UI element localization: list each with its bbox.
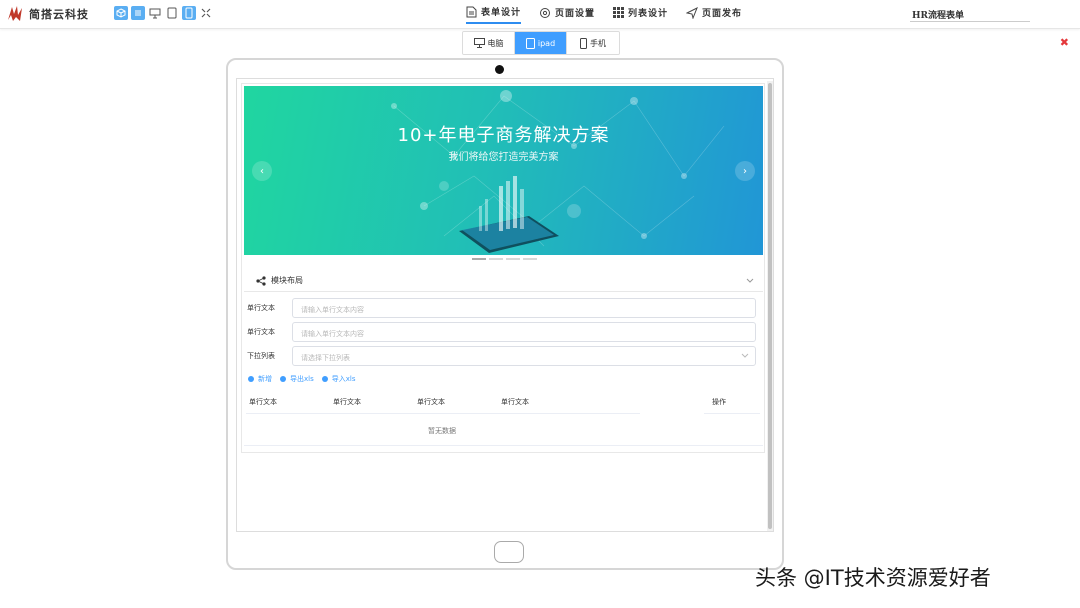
carousel-dot[interactable] — [472, 258, 486, 260]
logo-text: 简搭云科技 — [29, 8, 89, 21]
carousel-indicators — [472, 258, 537, 260]
add-button[interactable]: 新增 — [248, 374, 272, 384]
export-xls-button[interactable]: 导出xls — [280, 374, 314, 384]
camera-dot — [495, 65, 504, 74]
nav-form-design[interactable]: 表单设计 — [466, 4, 522, 24]
carousel-prev-button[interactable]: ‹ — [252, 161, 272, 181]
section-title: 模块布局 — [271, 276, 303, 285]
scrollbar-thumb[interactable] — [768, 83, 772, 529]
device-tabs: 电脑 ipad 手机 — [462, 31, 620, 55]
banner-subtitle: 我们将给您打造完美方案 — [448, 152, 559, 163]
nav-label: 表单设计 — [481, 8, 522, 18]
divider — [246, 413, 640, 414]
tab-ipad[interactable]: ipad — [515, 32, 567, 54]
toolbar-icons — [114, 6, 213, 20]
send-icon — [686, 6, 698, 19]
carousel-next-button[interactable]: › — [735, 161, 755, 181]
field-label: 单行文本 — [247, 304, 275, 312]
banner-title: 10+年电子商务解决方案 — [397, 125, 610, 146]
logo-icon — [8, 6, 22, 21]
field-label: 单行文本 — [247, 328, 275, 336]
mobile-icon[interactable] — [182, 6, 196, 20]
tablet-icon — [525, 37, 535, 49]
text-input[interactable]: 请输入单行文本内容 — [292, 298, 756, 318]
chevron-down-icon — [741, 353, 749, 358]
table-empty-text: 暂无数据 — [428, 427, 456, 435]
column-header: 单行文本 — [249, 398, 277, 406]
fullscreen-icon[interactable] — [199, 6, 213, 20]
mobile-icon — [580, 37, 587, 49]
scrollbar[interactable] — [767, 81, 773, 531]
action-label: 导出xls — [290, 375, 314, 383]
divider — [704, 413, 760, 414]
ipad-screen: 10+年电子商务解决方案 我们将给您打造完美方案 ‹ › 模块布局 单行文本 请… — [236, 78, 774, 532]
share-icon — [256, 275, 266, 286]
nav-label: 页面设置 — [555, 9, 596, 19]
list-icon[interactable] — [131, 6, 145, 20]
column-header: 单行文本 — [417, 398, 445, 406]
watermark: 头条 @IT技术资源爱好者 — [755, 566, 991, 590]
document-icon — [466, 6, 477, 17]
top-bar: 简搭云科技 表单设计 页面设置 列表设计 页面发布 HR流程表单 — [0, 0, 1080, 29]
table-header: 单行文本 单行文本 单行文本 单行文本 操作 — [244, 389, 763, 414]
desktop-icon — [473, 38, 485, 48]
nav-list-design[interactable]: 列表设计 — [613, 4, 668, 24]
form-field-row: 下拉列表 请选择下拉列表 — [244, 346, 763, 366]
carousel-dot[interactable] — [489, 258, 503, 260]
plus-icon — [248, 376, 254, 382]
chevron-down-icon[interactable] — [745, 275, 755, 285]
form-field-row: 单行文本 请输入单行文本内容 — [244, 322, 763, 342]
gear-icon — [540, 7, 551, 18]
form-name-input[interactable]: HR流程表单 — [910, 5, 1030, 22]
export-icon — [280, 376, 286, 382]
close-icon[interactable]: ✖ — [1060, 36, 1069, 49]
text-input[interactable]: 请输入单行文本内容 — [292, 322, 756, 342]
tablet-icon[interactable] — [165, 6, 179, 20]
tab-label: 电脑 — [487, 38, 504, 48]
import-icon — [321, 376, 328, 382]
form-canvas: 10+年电子商务解决方案 我们将给您打造完美方案 ‹ › 模块布局 单行文本 请… — [241, 83, 765, 453]
banner-graphic — [391, 90, 725, 253]
select-input[interactable]: 请选择下拉列表 — [292, 346, 756, 366]
desktop-icon[interactable] — [148, 6, 162, 20]
cube-icon[interactable] — [114, 6, 128, 20]
tab-label: 手机 — [590, 38, 606, 48]
tab-label: ipad — [537, 38, 556, 48]
field-label: 下拉列表 — [247, 352, 275, 360]
grid-icon — [613, 7, 625, 18]
divider — [244, 445, 763, 446]
tab-desktop[interactable]: 电脑 — [463, 32, 515, 54]
module-layout-header[interactable]: 模块布局 — [244, 270, 763, 292]
home-button — [494, 541, 524, 563]
ipad-frame: 10+年电子商务解决方案 我们将给您打造完美方案 ‹ › 模块布局 单行文本 请… — [226, 58, 784, 570]
import-xls-button[interactable]: 导入xls — [321, 374, 356, 384]
nav-page-settings[interactable]: 页面设置 — [539, 4, 595, 24]
tab-mobile[interactable]: 手机 — [567, 32, 619, 54]
nav-page-publish[interactable]: 页面发布 — [686, 4, 742, 24]
action-label: 导入xls — [331, 375, 356, 383]
column-header: 单行文本 — [333, 398, 361, 406]
column-header: 单行文本 — [501, 398, 529, 406]
carousel-dot[interactable] — [523, 258, 537, 260]
nav-label: 页面发布 — [702, 9, 743, 19]
banner-carousel: 10+年电子商务解决方案 我们将给您打造完美方案 ‹ › — [244, 86, 763, 255]
logo: 简搭云科技 — [6, 5, 89, 23]
action-label: 新增 — [258, 375, 272, 383]
column-header: 操作 — [712, 398, 726, 406]
table-actions: 新增 导出xls 导入xls — [248, 374, 355, 384]
nav-label: 列表设计 — [628, 9, 669, 19]
carousel-dot[interactable] — [506, 258, 520, 260]
main-nav: 表单设计 页面设置 列表设计 页面发布 — [466, 4, 760, 24]
select-placeholder: 请选择下拉列表 — [301, 354, 350, 362]
form-field-row: 单行文本 请输入单行文本内容 — [244, 298, 763, 318]
